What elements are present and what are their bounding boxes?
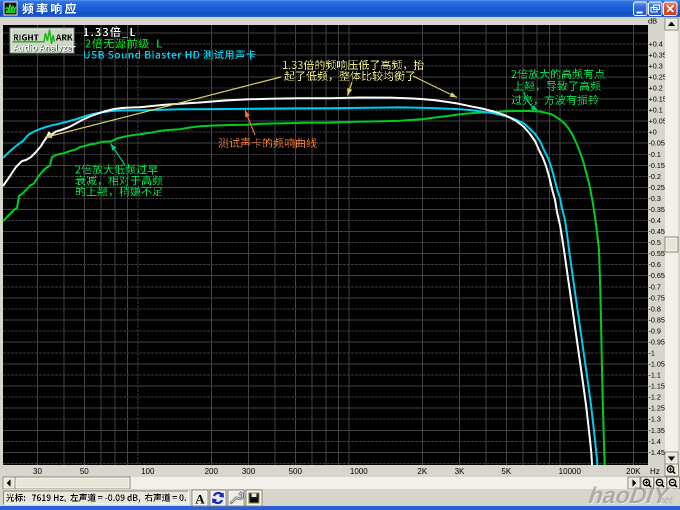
svg-text:Hz: Hz <box>650 467 660 476</box>
svg-text:10000: 10000 <box>559 467 582 476</box>
svg-text:-0.55: -0.55 <box>649 249 665 258</box>
svg-text:50: 50 <box>80 467 89 476</box>
svg-text:+0.25: +0.25 <box>649 73 667 82</box>
svg-text:30: 30 <box>33 467 42 476</box>
svg-text:-1.3: -1.3 <box>649 415 661 424</box>
svg-text:-0.9: -0.9 <box>649 326 661 335</box>
svg-text:-0.25: -0.25 <box>649 183 665 192</box>
svg-text:+0.4: +0.4 <box>649 39 663 48</box>
svg-text:A: A <box>195 492 205 507</box>
svg-text:2K: 2K <box>417 467 427 476</box>
svg-text:1000: 1000 <box>350 467 368 476</box>
svg-text:-0.5: -0.5 <box>649 238 661 247</box>
svg-text:-0.7: -0.7 <box>649 282 661 291</box>
svg-text:-0.3: -0.3 <box>649 194 661 203</box>
svg-text:-1.35: -1.35 <box>649 426 665 435</box>
svg-text:-0.15: -0.15 <box>649 161 665 170</box>
svg-text:-0.45: -0.45 <box>649 227 665 236</box>
svg-text:-0.1: -0.1 <box>649 150 661 159</box>
svg-text:-0.4: -0.4 <box>649 216 661 225</box>
svg-text:-0.75: -0.75 <box>649 293 665 302</box>
svg-text:-1.25: -1.25 <box>649 404 665 413</box>
svg-text:3K: 3K <box>455 467 465 476</box>
svg-text:+0.2: +0.2 <box>649 84 663 93</box>
svg-text:+0.35: +0.35 <box>649 50 667 59</box>
svg-text:200: 200 <box>205 467 219 476</box>
svg-text:-0.2: -0.2 <box>649 172 661 181</box>
svg-text:+0.15: +0.15 <box>649 95 667 104</box>
svg-text:+0: +0 <box>649 128 657 137</box>
svg-text:300: 300 <box>242 467 256 476</box>
svg-text:100: 100 <box>141 467 155 476</box>
svg-text:20K: 20K <box>626 467 641 476</box>
svg-text:-1.2: -1.2 <box>649 393 661 402</box>
svg-text:-0.05: -0.05 <box>649 139 665 148</box>
svg-text:-1.45: -1.45 <box>649 448 665 457</box>
svg-text:+0.05: +0.05 <box>649 117 667 126</box>
svg-text:-1.4: -1.4 <box>649 437 661 446</box>
svg-text:-0.6: -0.6 <box>649 260 661 269</box>
svg-text:-0.95: -0.95 <box>649 338 665 347</box>
svg-text:-0.65: -0.65 <box>649 271 665 280</box>
svg-text:+0.1: +0.1 <box>649 106 663 115</box>
svg-text:5K: 5K <box>501 467 511 476</box>
svg-text:+0.3: +0.3 <box>649 62 663 71</box>
svg-text:500: 500 <box>289 467 303 476</box>
svg-text:-1: -1 <box>649 349 655 358</box>
svg-text:-1.05: -1.05 <box>649 360 665 369</box>
svg-text:-0.8: -0.8 <box>649 304 661 313</box>
svg-text:dB: dB <box>648 17 657 26</box>
svg-text:-0.35: -0.35 <box>649 205 665 214</box>
svg-text:-0.85: -0.85 <box>649 315 665 324</box>
svg-text:-1.1: -1.1 <box>649 371 661 380</box>
svg-text:-1.15: -1.15 <box>649 382 665 391</box>
